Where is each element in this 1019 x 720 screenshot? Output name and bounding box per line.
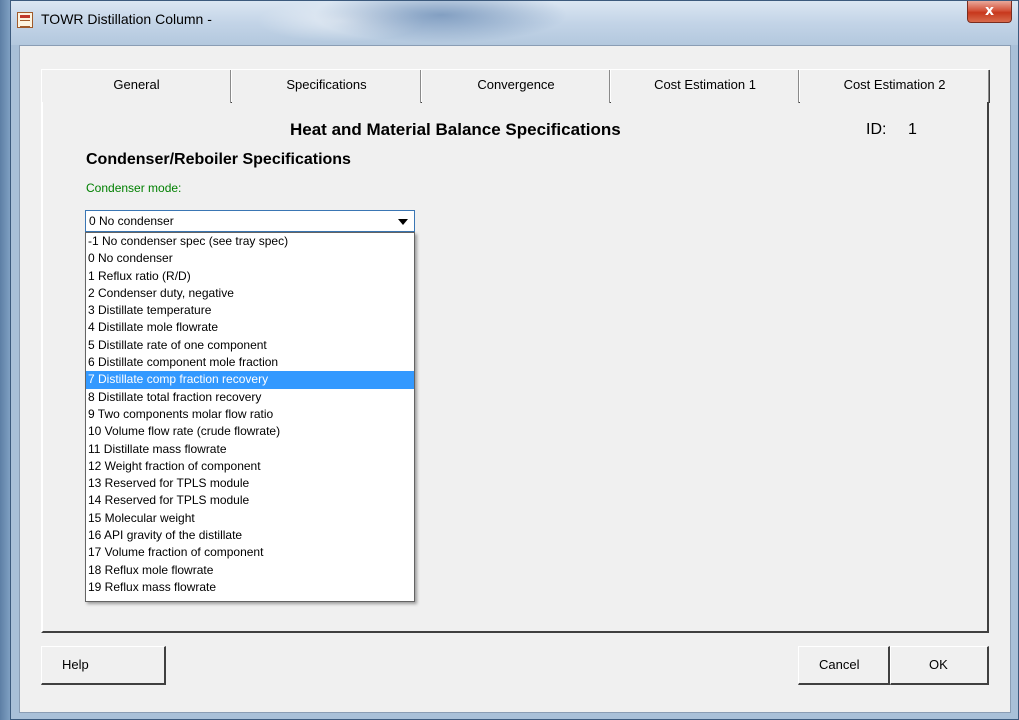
ok-button[interactable]: OK xyxy=(890,646,989,685)
dropdown-option[interactable]: 8 Distillate total fraction recovery xyxy=(86,389,414,406)
dropdown-option[interactable]: 3 Distillate temperature xyxy=(86,302,414,319)
dialog-window: TOWR Distillation Column - x General Spe… xyxy=(10,0,1019,720)
condenser-mode-dropdown-list[interactable]: -1 No condenser spec (see tray spec) 0 No… xyxy=(85,232,415,602)
dropdown-option[interactable]: 16 API gravity of the distillate xyxy=(86,527,414,544)
dropdown-option[interactable]: 2 Condenser duty, negative xyxy=(86,285,414,302)
tab-cost-estimation-2-label: Cost Estimation 2 xyxy=(843,77,946,92)
tab-separator xyxy=(988,70,990,103)
page-title: Heat and Material Balance Specifications xyxy=(290,120,621,139)
tab-general-label: General xyxy=(113,77,160,92)
tab-convergence[interactable]: Convergence xyxy=(421,69,611,103)
dropdown-option[interactable]: 0 No condenser xyxy=(86,250,414,267)
condenser-mode-label: Condenser mode: xyxy=(86,181,182,195)
dropdown-option[interactable]: 10 Volume flow rate (crude flowrate) xyxy=(86,423,414,440)
dropdown-option[interactable]: 18 Reflux mole flowrate xyxy=(86,562,414,579)
background-app-edge xyxy=(0,0,10,720)
dropdown-option[interactable]: 12 Weight fraction of component xyxy=(86,458,414,475)
dropdown-option[interactable]: 13 Reserved for TPLS module xyxy=(86,475,414,492)
tab-cost-estimation-1-label: Cost Estimation 1 xyxy=(654,77,756,92)
dropdown-option[interactable]: 14 Reserved for TPLS module xyxy=(86,492,414,509)
cancel-button[interactable]: Cancel xyxy=(798,646,890,685)
tab-cost-estimation-1[interactable]: Cost Estimation 1 xyxy=(610,69,800,103)
dropdown-option[interactable]: 9 Two components molar flow ratio xyxy=(86,406,414,423)
id-value: 1 xyxy=(908,121,917,138)
section-title: Condenser/Reboiler Specifications xyxy=(86,151,351,168)
dropdown-option[interactable]: 15 Molecular weight xyxy=(86,510,414,527)
close-button[interactable]: x xyxy=(967,1,1012,23)
condenser-mode-select[interactable]: 0 No condenser xyxy=(85,210,415,232)
dropdown-option[interactable]: 6 Distillate component mole fraction xyxy=(86,354,414,371)
dropdown-arrow-icon[interactable] xyxy=(398,219,408,225)
tab-specifications-label: Specifications xyxy=(286,77,367,92)
dialog-client-area: General Specifications Convergence Cost … xyxy=(19,45,1011,713)
dropdown-option[interactable]: 11 Distillate mass flowrate xyxy=(86,441,414,458)
help-button[interactable]: Help xyxy=(41,646,166,685)
app-icon xyxy=(17,12,33,28)
tab-convergence-label: Convergence xyxy=(477,77,555,92)
condenser-mode-selected-value: 0 No condenser xyxy=(89,214,174,228)
dropdown-option[interactable]: 7 Distillate comp fraction recovery xyxy=(86,371,414,389)
dropdown-option[interactable]: 19 Reflux mass flowrate xyxy=(86,579,414,596)
window-title: TOWR Distillation Column - xyxy=(41,11,212,27)
dropdown-option[interactable]: -1 No condenser spec (see tray spec) xyxy=(86,233,414,250)
dropdown-option[interactable]: 17 Volume fraction of component xyxy=(86,544,414,561)
tab-general[interactable]: General xyxy=(41,69,232,103)
title-bar[interactable]: TOWR Distillation Column - x xyxy=(11,1,1018,45)
id-label: ID: xyxy=(866,121,887,138)
dropdown-option[interactable]: 5 Distillate rate of one component xyxy=(86,337,414,354)
tab-cost-estimation-2[interactable]: Cost Estimation 2 xyxy=(799,69,990,103)
dropdown-option[interactable]: 1 Reflux ratio (R/D) xyxy=(86,268,414,285)
dropdown-option[interactable]: 4 Distillate mole flowrate xyxy=(86,319,414,336)
tab-specifications[interactable]: Specifications xyxy=(231,69,422,103)
